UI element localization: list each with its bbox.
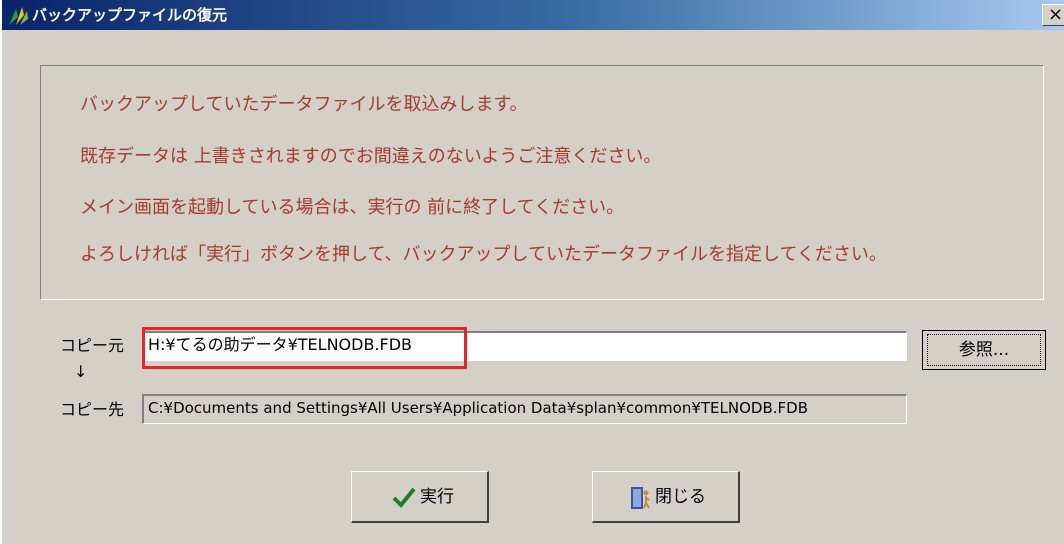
arrow-down-icon: ↓ [74,362,88,381]
restore-dialog: バックアップファイルの復元 × バックアップしていたデータファイルを取込みします… [0,0,1064,544]
title-bar[interactable]: バックアップファイルの復元 × [2,0,1064,30]
destination-path-field: C:¥Documents and Settings¥All Users¥Appl… [142,394,907,424]
app-icon [9,7,28,25]
message-line-1: バックアップしていたデータファイルを取込みします。 [80,94,528,115]
source-label: コピー元 [60,336,125,355]
run-button-label: 実行 [420,487,454,507]
source-path-input[interactable]: H:¥てるの助データ¥TELNODB.FDB [142,331,907,361]
close-button[interactable]: 閉じる [592,471,740,523]
checkmark-icon [392,487,416,508]
window-title: バックアップファイルの復元 [32,6,228,24]
browse-button-label: 参照... [927,334,1041,366]
run-button[interactable]: 実行 [351,471,489,523]
message-line-3: メイン画面を起動している場合は、実行の 前に終了してください。 [80,197,625,218]
close-button-label: 閉じる [655,487,706,507]
door-exit-icon [631,487,650,509]
destination-label: コピー先 [60,400,125,419]
message-line-4: よろしければ「実行」ボタンを押して、バックアップしていたデータファイルを指定して… [80,244,887,265]
browse-button[interactable]: 参照... [922,330,1046,370]
close-icon[interactable]: × [1042,4,1064,26]
message-line-2: 既存データは 上書きされますのでお間違えのないようご注意ください。 [80,146,662,167]
